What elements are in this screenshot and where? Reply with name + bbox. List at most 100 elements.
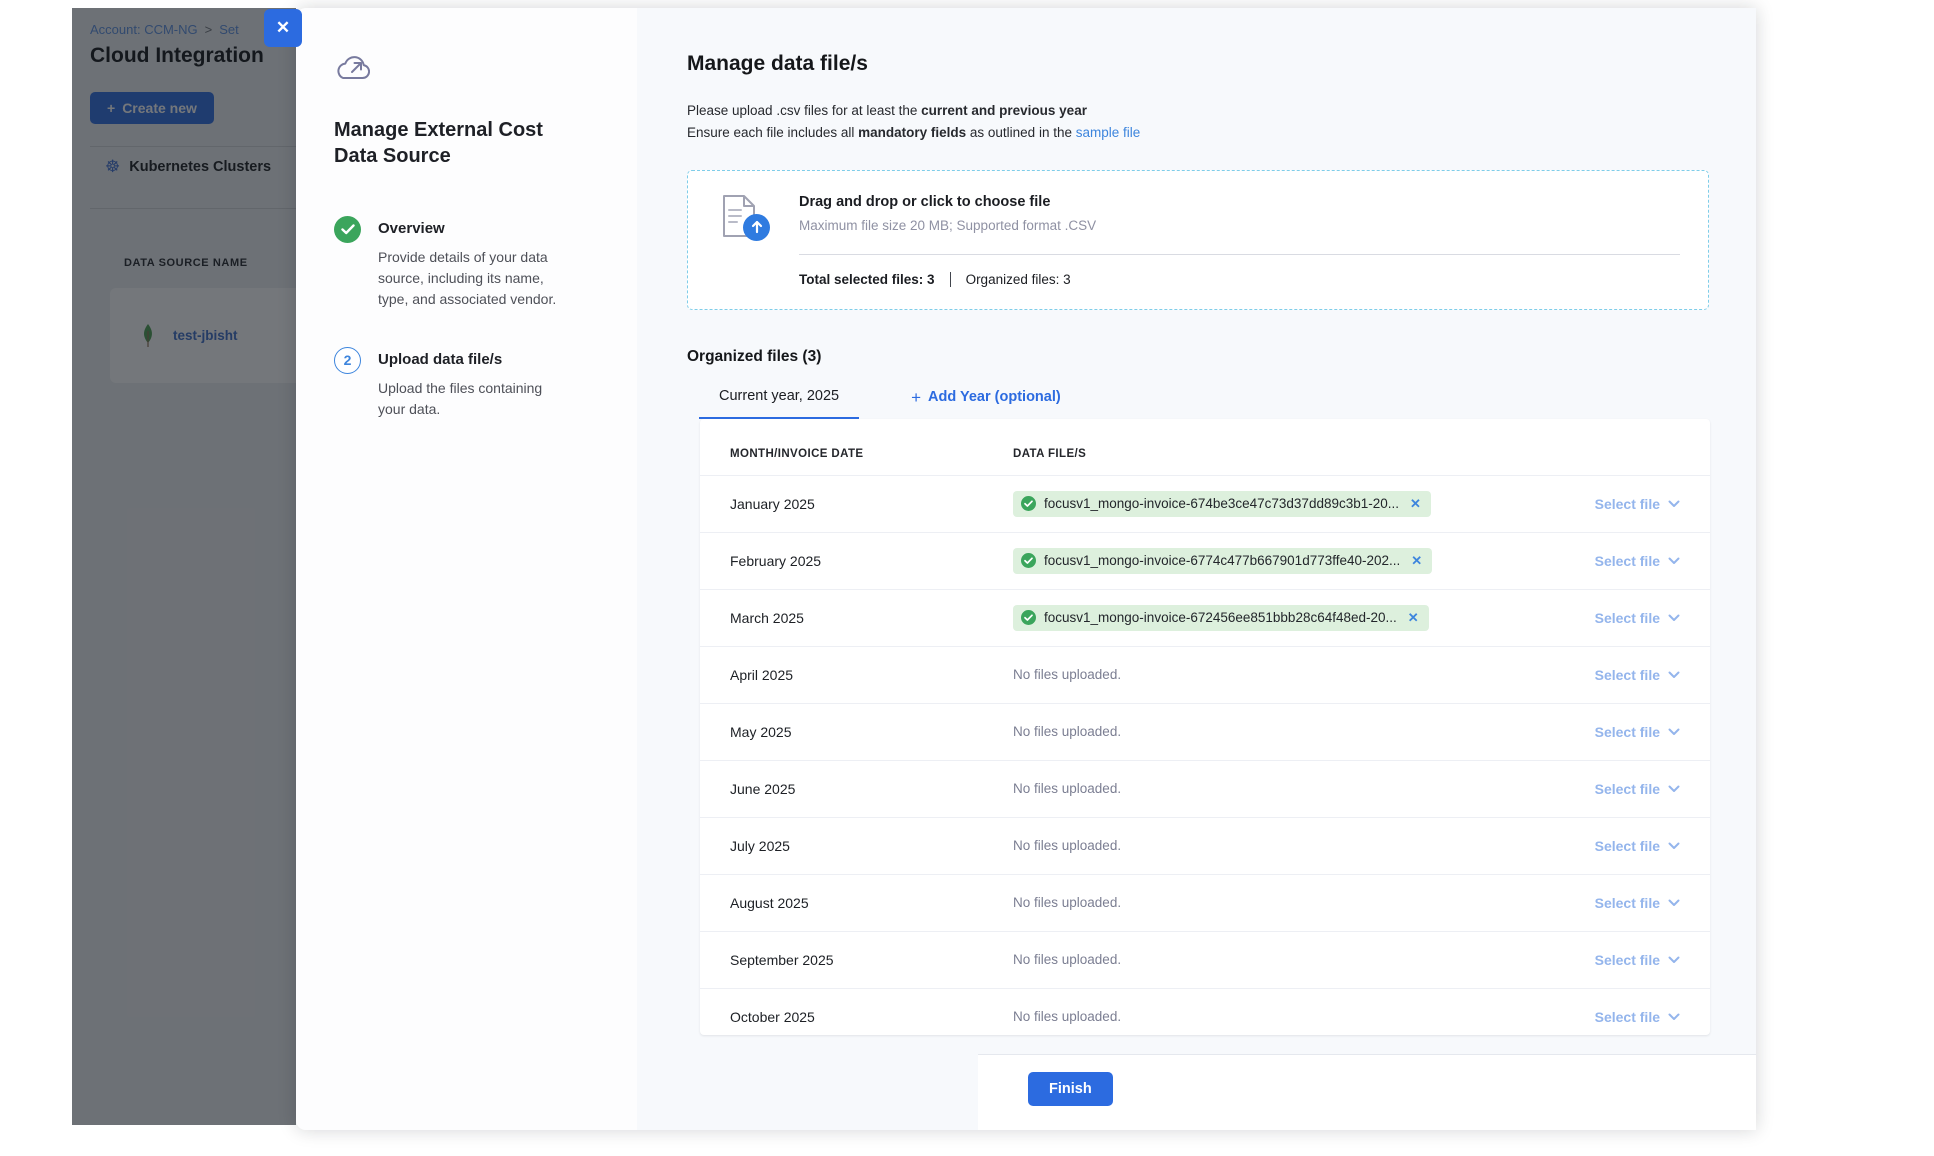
close-button[interactable]: ✕ bbox=[264, 9, 302, 47]
column-header-month: MONTH/INVOICE DATE bbox=[730, 448, 1013, 460]
check-circle-icon bbox=[1021, 610, 1036, 625]
chevron-down-icon bbox=[1668, 785, 1680, 793]
file-upload-icon bbox=[721, 194, 775, 287]
finish-button[interactable]: Finish bbox=[1028, 1072, 1113, 1106]
add-year-button[interactable]: + Add Year (optional) bbox=[911, 382, 1061, 406]
chevron-down-icon bbox=[1668, 671, 1680, 679]
file-dropzone[interactable]: Drag and drop or click to choose file Ma… bbox=[687, 170, 1709, 310]
table-body: January 2025 focusv1_mongo-invoice-674be… bbox=[700, 475, 1710, 1035]
file-cell: ✕ No files uploaded. bbox=[1013, 838, 1595, 853]
step-number-badge: 2 bbox=[334, 347, 361, 374]
remove-file-icon[interactable]: ✕ bbox=[1408, 610, 1419, 626]
no-files-text: No files uploaded. bbox=[1013, 895, 1121, 910]
drawer-footer: Finish bbox=[978, 1054, 1756, 1130]
step-label: Overview bbox=[378, 216, 562, 237]
table-row: July 2025 ✕ No files uploaded. Select fi… bbox=[700, 817, 1710, 874]
plus-icon: + bbox=[911, 389, 921, 406]
uploaded-file-chip: focusv1_mongo-invoice-674be3ce47c73d37dd… bbox=[1013, 491, 1431, 517]
month-label: June 2025 bbox=[730, 781, 1013, 797]
file-cell: ✕ No files uploaded. bbox=[1013, 724, 1595, 739]
table-row: June 2025 ✕ No files uploaded. Select fi… bbox=[700, 760, 1710, 817]
select-file-label: Select file bbox=[1595, 724, 1660, 740]
chevron-down-icon bbox=[1668, 614, 1680, 622]
table-row: August 2025 ✕ No files uploaded. Select … bbox=[700, 874, 1710, 931]
select-file-dropdown[interactable]: Select file bbox=[1595, 1009, 1680, 1025]
monthly-files-table: MONTH/INVOICE DATE DATA FILE/S January 2… bbox=[700, 419, 1710, 1035]
month-label: September 2025 bbox=[730, 952, 1013, 968]
select-file-label: Select file bbox=[1595, 667, 1660, 683]
select-file-dropdown[interactable]: Select file bbox=[1595, 610, 1680, 626]
select-file-dropdown[interactable]: Select file bbox=[1595, 724, 1680, 740]
select-file-label: Select file bbox=[1595, 610, 1660, 626]
background-page: Account: CCM-NG>Set Cloud Integration + … bbox=[72, 8, 296, 1125]
sample-file-link[interactable]: sample file bbox=[1076, 125, 1141, 140]
month-label: February 2025 bbox=[730, 553, 1013, 569]
organized-files-count: Organized files: 3 bbox=[966, 272, 1071, 287]
uploaded-file-chip: focusv1_mongo-invoice-6774c477b667901d77… bbox=[1013, 548, 1432, 574]
close-icon: ✕ bbox=[276, 18, 290, 38]
no-files-text: No files uploaded. bbox=[1013, 667, 1121, 682]
panel-heading: Manage data file/s bbox=[687, 52, 1709, 76]
organized-files-heading: Organized files (3) bbox=[687, 348, 1709, 366]
dropzone-subtitle: Maximum file size 20 MB; Supported forma… bbox=[799, 218, 1680, 233]
no-files-text: No files uploaded. bbox=[1013, 781, 1121, 796]
select-file-dropdown[interactable]: Select file bbox=[1595, 838, 1680, 854]
dropzone-stats: Total selected files: 3 Organized files:… bbox=[799, 272, 1680, 287]
screen: Account: CCM-NG>Set Cloud Integration + … bbox=[0, 0, 1934, 1156]
select-file-label: Select file bbox=[1595, 1009, 1660, 1025]
month-label: May 2025 bbox=[730, 724, 1013, 740]
file-cell: ✕ No files uploaded. bbox=[1013, 781, 1595, 796]
month-label: January 2025 bbox=[730, 496, 1013, 512]
file-cell: ✕ No files uploaded. bbox=[1013, 895, 1595, 910]
step-label: Upload data file/s bbox=[378, 347, 562, 368]
chevron-down-icon bbox=[1668, 899, 1680, 907]
file-cell: focusv1_mongo-invoice-672456ee851bbb28c6… bbox=[1013, 605, 1595, 631]
select-file-dropdown[interactable]: Select file bbox=[1595, 895, 1680, 911]
table-header-row: MONTH/INVOICE DATE DATA FILE/S bbox=[700, 419, 1710, 475]
file-cell: focusv1_mongo-invoice-6774c477b667901d77… bbox=[1013, 548, 1595, 574]
select-file-dropdown[interactable]: Select file bbox=[1595, 952, 1680, 968]
remove-file-icon[interactable]: ✕ bbox=[1410, 496, 1421, 512]
select-file-dropdown[interactable]: Select file bbox=[1595, 781, 1680, 797]
file-name: focusv1_mongo-invoice-672456ee851bbb28c6… bbox=[1044, 610, 1397, 625]
select-file-label: Select file bbox=[1595, 952, 1660, 968]
divider bbox=[799, 254, 1680, 255]
wizard-title: Manage External Cost Data Source bbox=[334, 117, 548, 170]
select-file-dropdown[interactable]: Select file bbox=[1595, 496, 1680, 512]
no-files-text: No files uploaded. bbox=[1013, 952, 1121, 967]
chevron-down-icon bbox=[1668, 557, 1680, 565]
chevron-down-icon bbox=[1668, 728, 1680, 736]
select-file-dropdown[interactable]: Select file bbox=[1595, 667, 1680, 683]
step-description: Upload the files containing your data. bbox=[378, 378, 562, 421]
wizard-sidebar: Manage External Cost Data Source Overvie… bbox=[296, 8, 637, 1130]
select-file-label: Select file bbox=[1595, 496, 1660, 512]
check-circle-icon bbox=[1021, 553, 1036, 568]
select-file-label: Select file bbox=[1595, 781, 1660, 797]
file-cell: focusv1_mongo-invoice-674be3ce47c73d37dd… bbox=[1013, 491, 1595, 517]
remove-file-icon[interactable]: ✕ bbox=[1411, 553, 1422, 569]
file-cell: ✕ No files uploaded. bbox=[1013, 667, 1595, 682]
file-cell: ✕ No files uploaded. bbox=[1013, 1009, 1595, 1024]
month-label: October 2025 bbox=[730, 1009, 1013, 1025]
no-files-text: No files uploaded. bbox=[1013, 1009, 1121, 1024]
check-circle-icon bbox=[1021, 496, 1036, 511]
select-file-dropdown[interactable]: Select file bbox=[1595, 553, 1680, 569]
step-upload-data-files[interactable]: 2 Upload data file/s Upload the files co… bbox=[334, 347, 637, 421]
chevron-down-icon bbox=[1668, 956, 1680, 964]
table-row: February 2025 focusv1_mongo-invoice-6774… bbox=[700, 532, 1710, 589]
total-selected-files: Total selected files: 3 bbox=[799, 272, 935, 287]
month-label: July 2025 bbox=[730, 838, 1013, 854]
chevron-down-icon bbox=[1668, 842, 1680, 850]
step-overview[interactable]: Overview Provide details of your data so… bbox=[334, 216, 637, 311]
table-row: April 2025 ✕ No files uploaded. Select f… bbox=[700, 646, 1710, 703]
wizard-steps: Overview Provide details of your data so… bbox=[334, 216, 637, 420]
uploaded-file-chip: focusv1_mongo-invoice-672456ee851bbb28c6… bbox=[1013, 605, 1429, 631]
column-header-data-files: DATA FILE/S bbox=[1013, 448, 1680, 460]
upload-arrow-icon bbox=[743, 214, 770, 241]
tab-current-year[interactable]: Current year, 2025 bbox=[699, 382, 859, 419]
no-files-text: No files uploaded. bbox=[1013, 838, 1121, 853]
modal-backdrop[interactable] bbox=[72, 8, 296, 1125]
chevron-down-icon bbox=[1668, 500, 1680, 508]
month-label: March 2025 bbox=[730, 610, 1013, 626]
upload-instructions: Please upload .csv files for at least th… bbox=[687, 100, 1709, 144]
